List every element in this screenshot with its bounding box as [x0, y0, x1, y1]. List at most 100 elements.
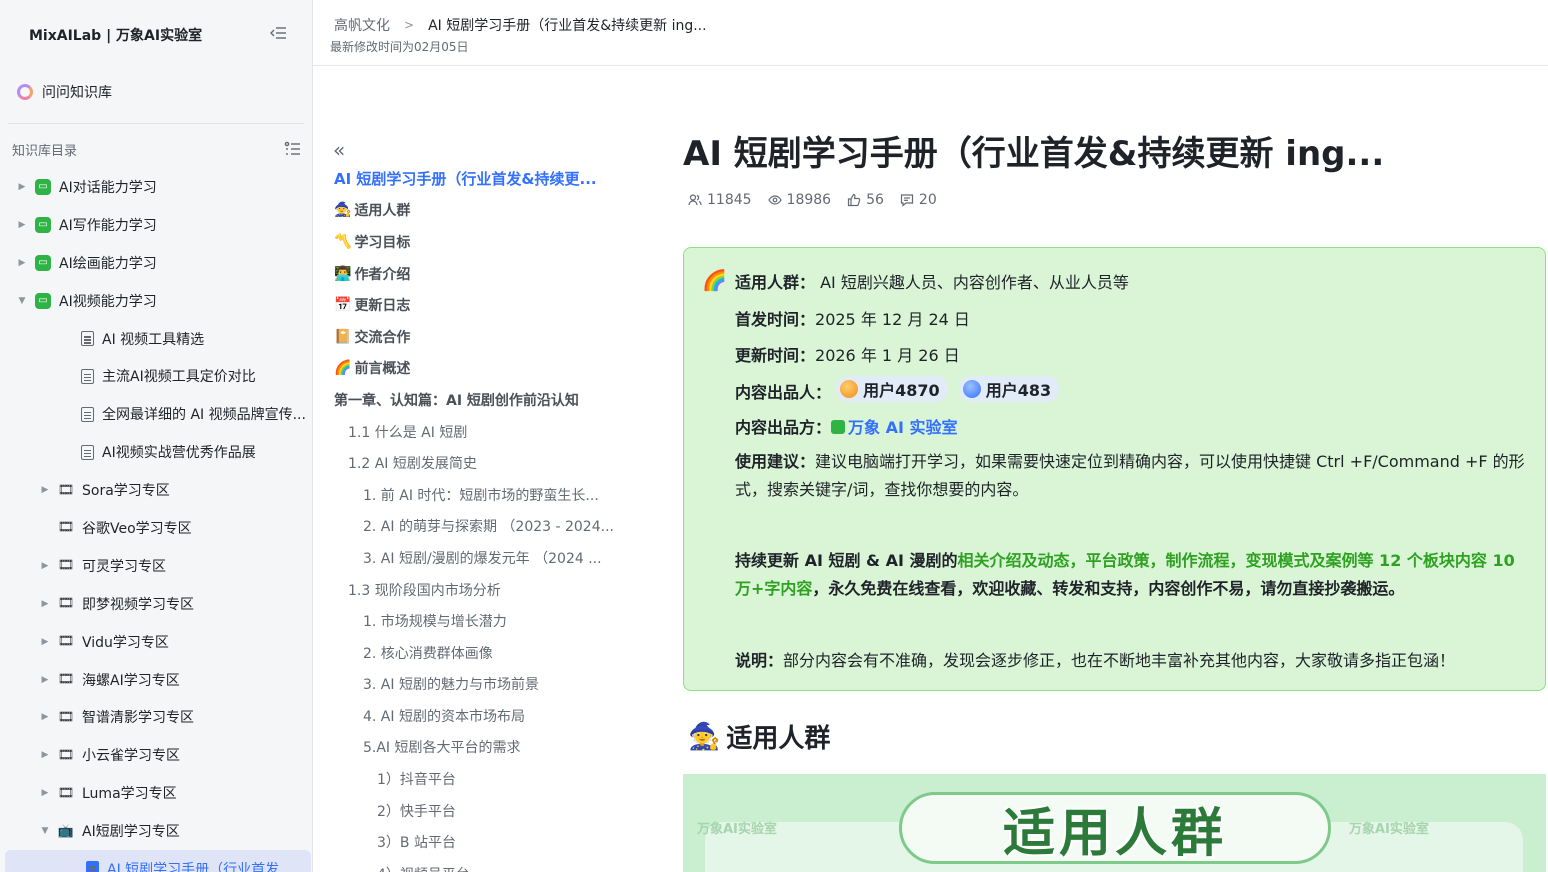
- sidebar-item[interactable]: ▼ 📺 AI短剧学习专区: [0, 812, 312, 850]
- film-icon: 🎞: [57, 785, 75, 801]
- breadcrumb-parent[interactable]: 高帆文化: [334, 15, 390, 35]
- likes-stat[interactable]: 56: [847, 192, 884, 208]
- caret-right-icon[interactable]: ▶: [17, 182, 27, 192]
- producers-line: 内容出品人： 用户4870 用户483: [735, 376, 1060, 403]
- first-published-value: 2025 年 12 月 24 日: [815, 310, 970, 329]
- film-icon: 🎞: [57, 634, 75, 650]
- section-banner-image: 万象AI实验室 万象AI实验室 万象AI实验室 适用人群: [683, 774, 1546, 872]
- sidebar-item-label: AI写作能力学习: [59, 217, 157, 234]
- sidebar-item-label: 可灵学习专区: [82, 558, 166, 575]
- sidebar-item[interactable]: ▶ 🎞 智谱清影学习专区: [0, 698, 312, 736]
- toc-item[interactable]: 🧙 适用人群: [313, 195, 653, 227]
- doc-header: 高帆文化 > AI 短剧学习手册（行业首发&持续更新 ing... 最新修改时间…: [313, 0, 1548, 66]
- users-icon: [688, 194, 702, 206]
- user-mention[interactable]: 用户4870: [836, 376, 948, 402]
- toc-item[interactable]: 1.3 现阶段国内市场分析: [313, 574, 653, 606]
- sidebar-item[interactable]: 主流AI视频工具定价对比: [0, 357, 312, 395]
- toc-item[interactable]: 2. AI 的萌芽与探索期 （2023 - 2024...: [313, 511, 653, 543]
- ask-knowledge-base[interactable]: 问问知识库: [17, 80, 112, 104]
- sidebar-item-label: 智谱清影学习专区: [82, 710, 194, 727]
- toc-emoji-icon: 👨‍💻: [334, 265, 352, 282]
- toc-item[interactable]: 3. AI 短剧的魅力与市场前景: [313, 669, 653, 701]
- toc-item[interactable]: 2）快手平台: [313, 795, 653, 827]
- caret-down-icon[interactable]: ▼: [17, 296, 27, 306]
- sidebar-item[interactable]: ▶ 🎞 海螺AI学习专区: [0, 661, 312, 699]
- toc-item[interactable]: 3. AI 短剧/漫剧的爆发元年 （2024 ...: [313, 542, 653, 574]
- toc-item[interactable]: 1.1 什么是 AI 短剧: [313, 416, 653, 448]
- toc-item-label: 2. 核心消费群体画像: [363, 645, 493, 662]
- watermark: 万象AI实验室: [697, 822, 777, 837]
- caret-right-icon[interactable]: ▶: [40, 750, 50, 760]
- caret-right-icon[interactable]: ▶: [40, 599, 50, 609]
- sidebar-item[interactable]: ▶ ▭ AI对话能力学习: [0, 168, 312, 206]
- sidebar-item[interactable]: ▶ 🎞 即梦视频学习专区: [0, 585, 312, 623]
- toc-item[interactable]: 〽️ 学习目标: [313, 226, 653, 258]
- sidebar-item-label: AI对话能力学习: [59, 179, 157, 196]
- caret-right-icon[interactable]: ▶: [40, 485, 50, 495]
- caret-right-icon[interactable]: ▶: [17, 258, 27, 268]
- collapse-sidebar-icon[interactable]: [268, 24, 288, 42]
- wizard-icon: 🧙: [688, 721, 721, 752]
- toc-item[interactable]: 3）B 站平台: [313, 826, 653, 858]
- sidebar-item[interactable]: ▶ 🎞 Vidu学习专区: [0, 623, 312, 661]
- toc-item[interactable]: 1.2 AI 短剧发展简史: [313, 447, 653, 479]
- comments-stat[interactable]: 20: [900, 192, 937, 208]
- caret-right-icon[interactable]: ▶: [17, 220, 27, 230]
- toc-item-label: 3. AI 短剧的魅力与市场前景: [363, 677, 539, 694]
- toc-item[interactable]: 📔 交流合作: [313, 321, 653, 353]
- toc-item[interactable]: 第一章、认知篇：AI 短剧创作前沿认知: [313, 384, 653, 416]
- toc-emoji-icon: 🧙: [334, 202, 352, 219]
- caret-right-icon[interactable]: ▶: [40, 675, 50, 685]
- toc-item[interactable]: 4）视频号平台: [313, 858, 653, 872]
- sidebar-item[interactable]: ▶ ▭ AI写作能力学习: [0, 206, 312, 244]
- caret-right-icon[interactable]: ▶: [40, 561, 50, 571]
- sidebar-item[interactable]: ▶ 🎞 Luma学习专区: [0, 774, 312, 812]
- toc-item[interactable]: 👨‍💻 作者介绍: [313, 258, 653, 290]
- organizer-link[interactable]: 万象 AI 实验室: [831, 418, 958, 437]
- sidebar-item[interactable]: AI 短剧学习手册（行业首发...: [5, 850, 311, 872]
- sidebar-item[interactable]: ▼ ▭ AI视频能力学习: [0, 282, 312, 320]
- sidebar-item-label: 谷歌Veo学习专区: [82, 520, 192, 537]
- update-notice-c: ，永久免费在线查看，欢迎收藏、转发和支持，内容创作不易，请勿直接抄袭搬运。: [812, 579, 1405, 598]
- toc-item-label: 第一章、认知篇：AI 短剧创作前沿认知: [334, 392, 579, 409]
- toc-item[interactable]: 1. 市场规模与增长潜力: [313, 605, 653, 637]
- updated-value: 2026 年 1 月 26 日: [815, 346, 960, 365]
- sidebar-item[interactable]: AI视频实战营优秀作品展: [0, 433, 312, 471]
- caret-down-icon[interactable]: ▼: [40, 826, 50, 836]
- toc-item[interactable]: 4. AI 短剧的资本市场布局: [313, 700, 653, 732]
- toc-item-label: 4）视频号平台: [377, 864, 470, 872]
- sidebar-item[interactable]: ▶ 🎞 小云雀学习专区: [0, 736, 312, 774]
- sidebar-item[interactable]: 全网最详细的 AI 视频品牌宣传...: [0, 395, 312, 433]
- toc-item[interactable]: 📅 更新日志: [313, 289, 653, 321]
- toc-item[interactable]: 🌈 前言概述: [313, 353, 653, 385]
- user-mention-name: 用户483: [985, 381, 1052, 400]
- toc-item[interactable]: 1）抖音平台: [313, 763, 653, 795]
- sidebar-item[interactable]: ▶ 🎞 Sora学习专区: [0, 471, 312, 509]
- collapse-toc-icon[interactable]: «: [333, 138, 345, 162]
- breadcrumb: 高帆文化 > AI 短剧学习手册（行业首发&持续更新 ing...: [334, 15, 707, 35]
- brand-title: MixAILab | 万象AI实验室: [29, 28, 203, 44]
- toc-item[interactable]: AI 短剧学习手册（行业首发&持续更...: [313, 163, 653, 195]
- sidebar-item-label: AI 视频工具精选: [102, 331, 205, 348]
- toc-item[interactable]: 1. 前 AI 时代：短剧市场的野蛮生长...: [313, 479, 653, 511]
- user-mention[interactable]: 用户483: [958, 376, 1060, 402]
- directory-menu-icon[interactable]: [284, 141, 301, 157]
- table-of-contents: « AI 短剧学习手册（行业首发&持续更... 🧙 适用人群 〽️ 学习目标 👨‍💻 作者介…: [313, 66, 653, 872]
- caret-right-icon[interactable]: ▶: [40, 788, 50, 798]
- sidebar-item-label: 全网最详细的 AI 视频品牌宣传...: [102, 407, 306, 424]
- toc-item[interactable]: 5.AI 短剧各大平台的需求: [313, 732, 653, 764]
- sidebar-item[interactable]: 🎞 谷歌Veo学习专区: [0, 509, 312, 547]
- producers-label: 内容出品人：: [735, 383, 832, 402]
- sidebar-item[interactable]: ▶ 🎞 可灵学习专区: [0, 547, 312, 585]
- caret-right-icon[interactable]: ▶: [40, 712, 50, 722]
- caret-right-icon[interactable]: ▶: [40, 637, 50, 647]
- toc-emoji-icon: 🌈: [334, 360, 352, 377]
- sidebar-item-label: Vidu学习专区: [82, 634, 169, 651]
- film-icon: 🎞: [57, 520, 75, 536]
- toc-item[interactable]: 2. 核心消费群体画像: [313, 637, 653, 669]
- doc-icon: [81, 406, 94, 422]
- sidebar-item[interactable]: AI 视频工具精选: [0, 320, 312, 358]
- update-notice-a: 持续更新 AI 短剧 & AI 漫剧的: [735, 551, 958, 570]
- sidebar-item[interactable]: ▶ ▭ AI绘画能力学习: [0, 244, 312, 282]
- disclaimer: 说明：部分内容会有不准确，发现会逐步修正，也在不断地丰富补充其他内容，大家敬请多…: [735, 647, 1530, 675]
